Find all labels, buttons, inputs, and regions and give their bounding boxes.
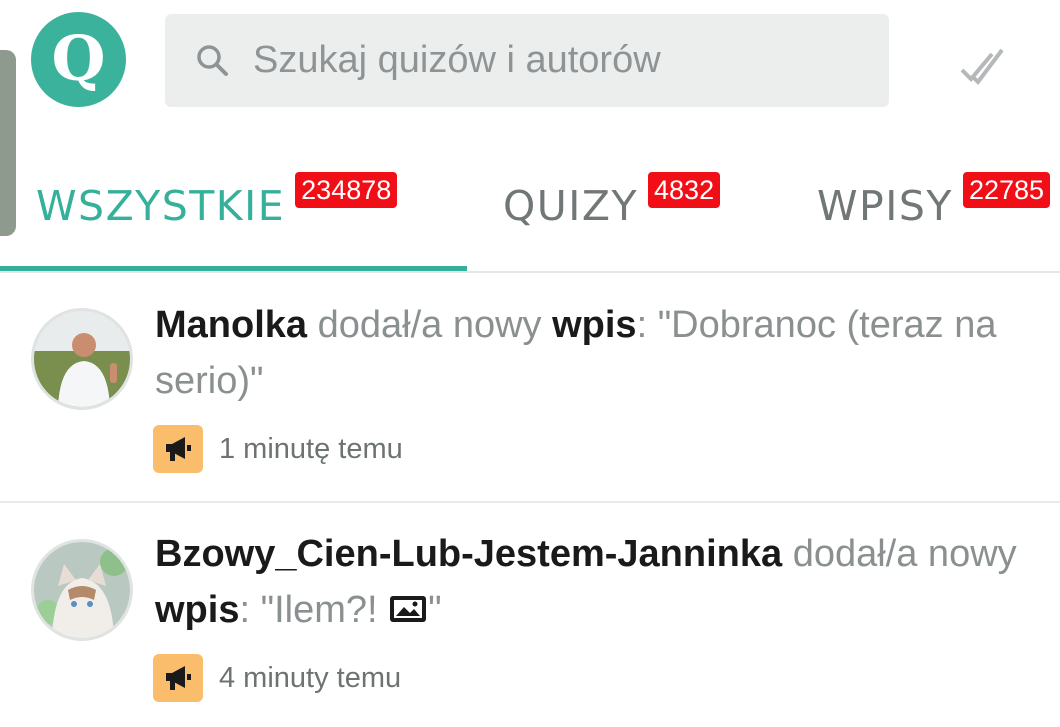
feed-item[interactable]: Bzowy_Cien-Lub-Jestem-Janninka dodał/a n… [0,503,1060,727]
image-icon [390,596,427,622]
tab-posts-count-badge: 22785 [962,172,1051,208]
feed-user-name[interactable]: Bzowy_Cien-Lub-Jestem-Janninka [155,533,782,575]
double-check-icon[interactable] [956,44,1008,90]
post-type-badge [153,425,203,473]
feed-timestamp: 1 minutę temu [219,432,403,465]
tab-all-count-badge: 234878 [295,172,398,208]
feed-item-text: Manolka dodał/a nowy wpis: "Dobranoc (te… [155,297,1035,409]
tab-quizzes-count-badge: 4832 [648,172,721,208]
feed-timestamp: 4 minuty temu [219,661,402,694]
feed-kind: wpis [155,589,240,631]
tab-all-label: WSZYSTKIE [36,182,286,230]
tab-posts-label: WPISY [817,182,953,230]
tab-quizzes-label: QUIZY [503,182,639,230]
avatar[interactable] [31,539,133,641]
feed-item-text: Bzowy_Cien-Lub-Jestem-Janninka dodał/a n… [155,526,1035,638]
logo-letter: Q [51,21,106,95]
search-input[interactable] [253,39,889,82]
post-type-badge [153,654,203,702]
feed-action: dodał/a nowy [317,304,542,346]
feed-user-name[interactable]: Manolka [155,304,307,346]
feed-title-close: " [428,589,442,631]
avatar[interactable] [31,308,133,410]
feed-meta: 4 minuty temu [153,654,401,702]
feed-meta: 1 minutę temu [153,425,403,473]
feed-kind: wpis [552,304,637,346]
megaphone-icon [166,437,191,461]
user-avatar-photo [34,542,130,638]
tab-quizzes[interactable]: QUIZY 4832 [503,168,721,268]
app-logo[interactable]: Q [31,12,126,107]
feed-item[interactable]: Manolka dodał/a nowy wpis: "Dobranoc (te… [0,273,1060,503]
tab-posts[interactable]: WPISY 22785 [817,168,1051,268]
feed-title[interactable]: : "Ilem?! [239,589,388,631]
megaphone-icon [166,666,191,690]
feed-action: dodał/a nowy [792,533,1017,575]
tab-all[interactable]: WSZYSTKIE 234878 [36,168,398,268]
user-avatar-photo [34,311,130,407]
search-icon [197,44,228,76]
search-bar[interactable] [165,14,889,107]
feed-tabs: WSZYSTKIE 234878 QUIZY 4832 WPISY 22785 [0,168,1060,268]
